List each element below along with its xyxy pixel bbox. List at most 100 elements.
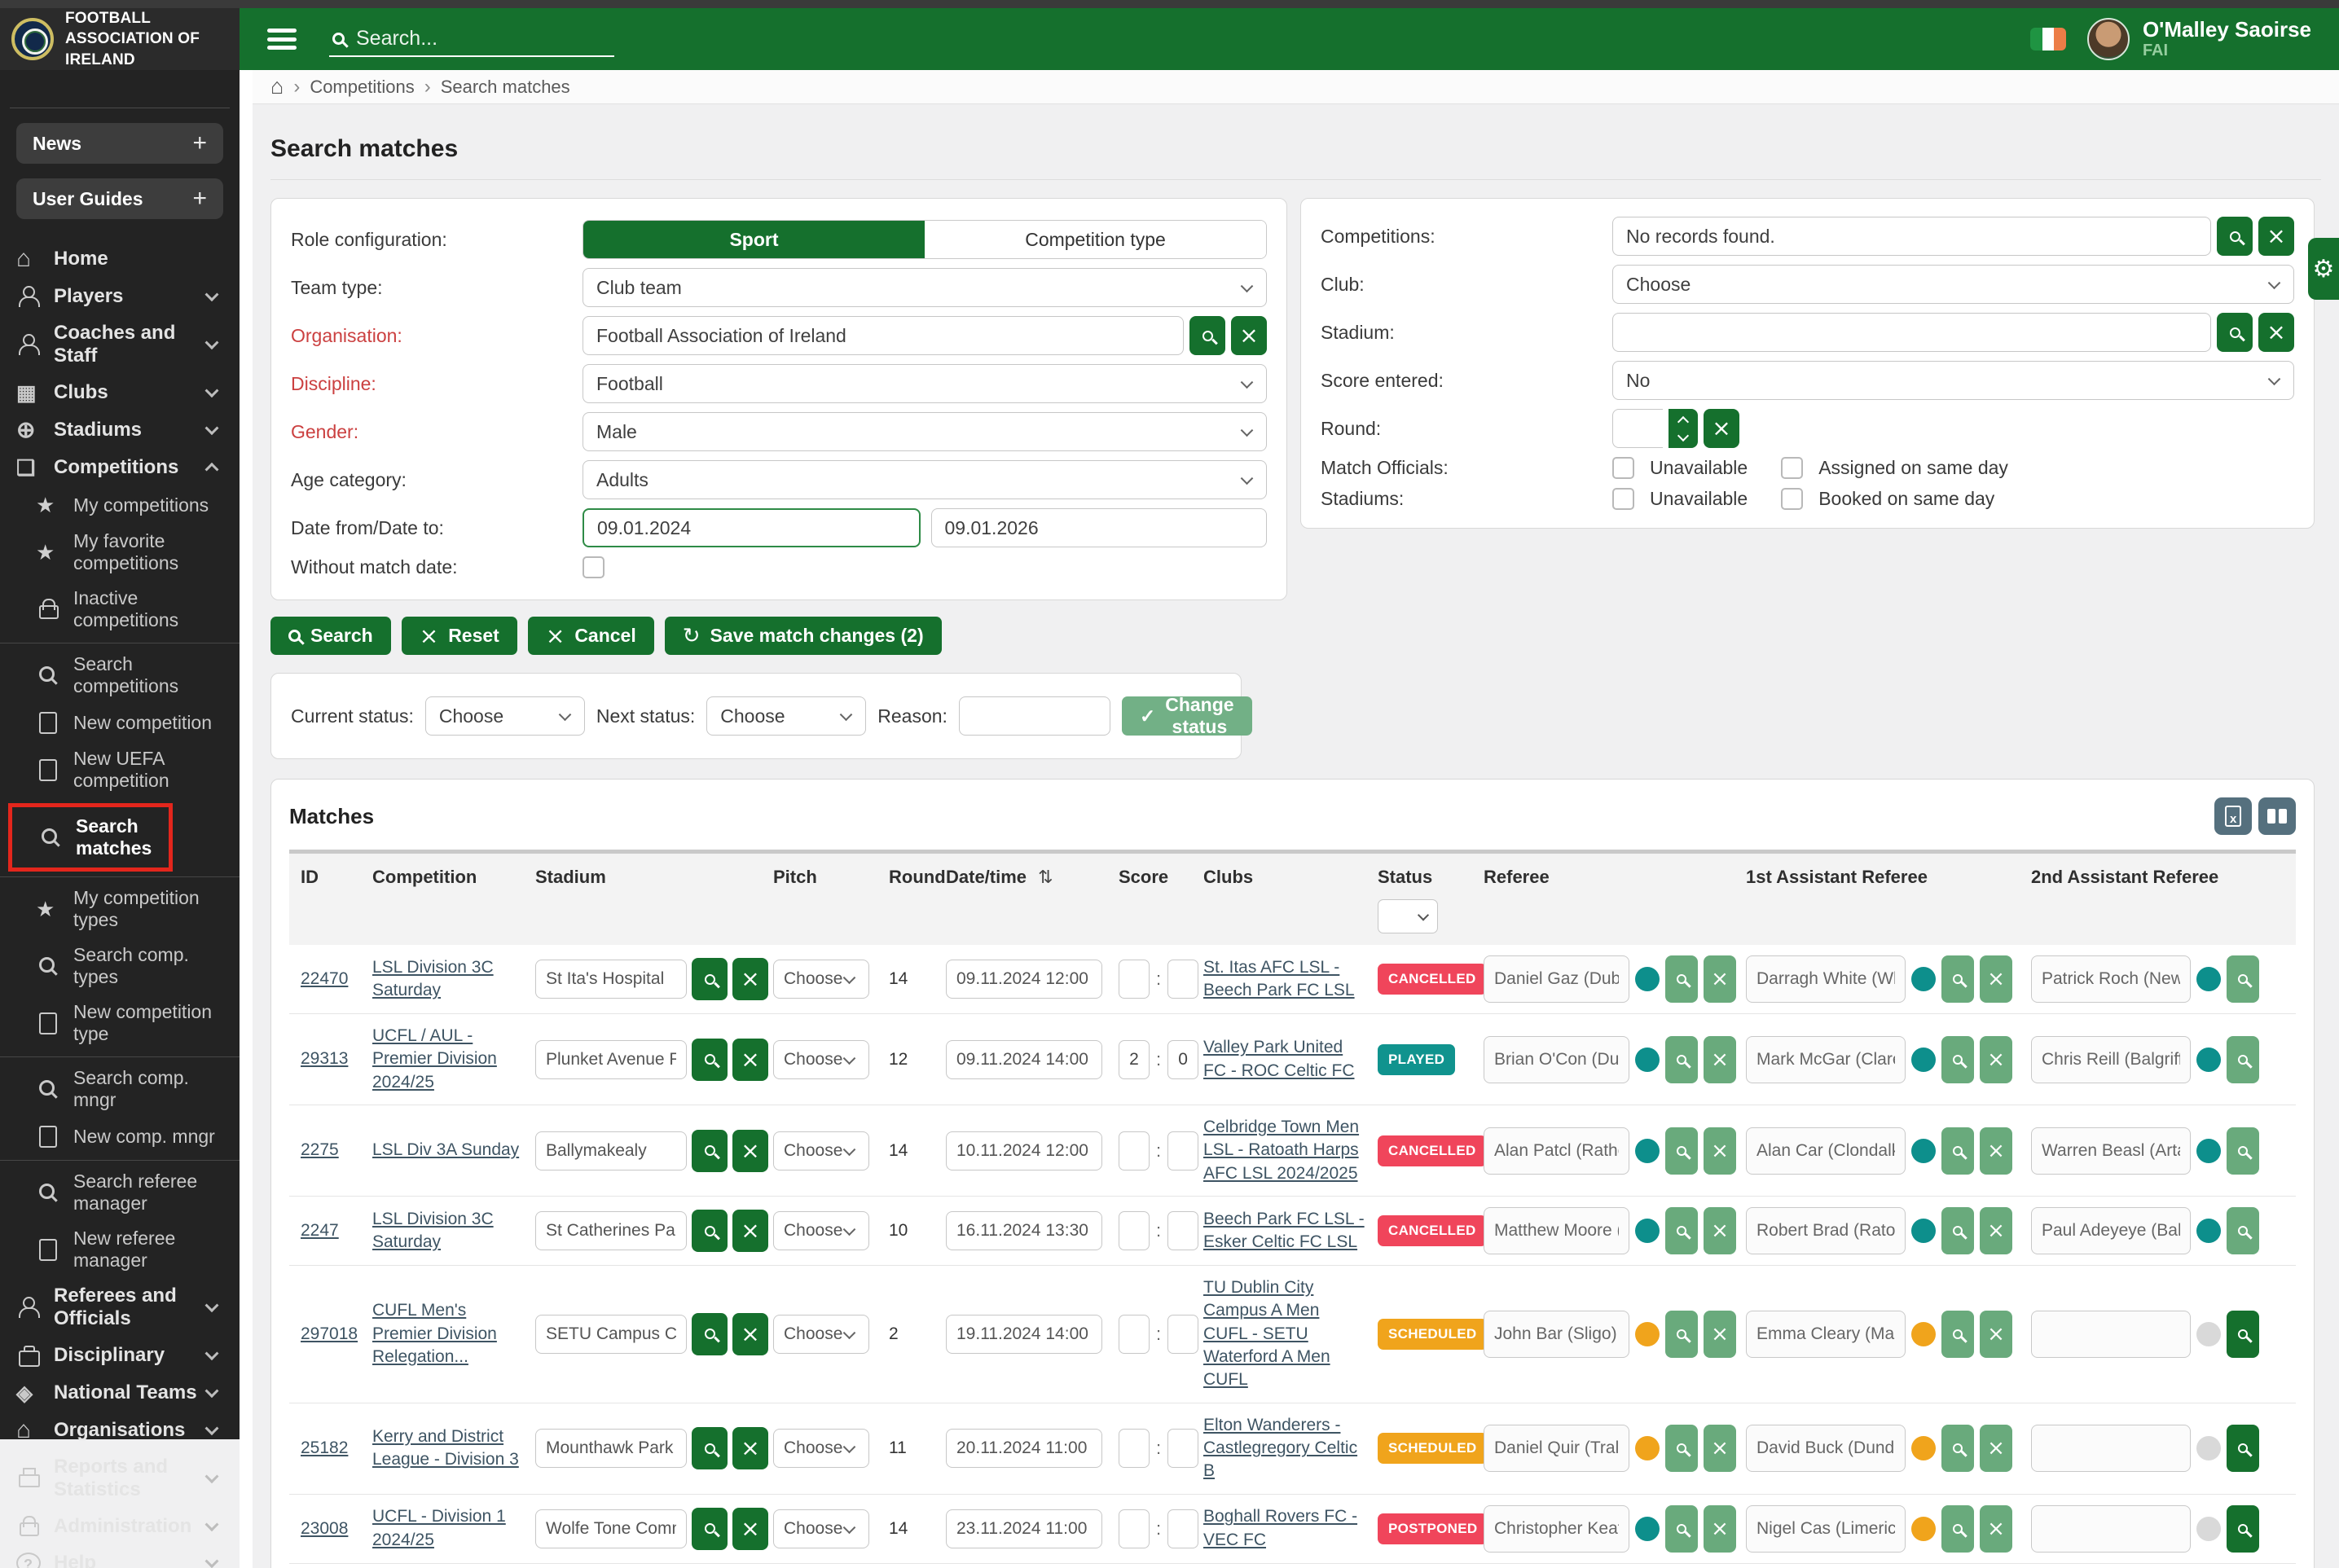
match-id-link[interactable]: 2247 bbox=[301, 1221, 339, 1240]
assistant1-clear-button[interactable]: × bbox=[1980, 1036, 2012, 1083]
score-home-input[interactable] bbox=[1119, 960, 1150, 999]
assistant2-input[interactable] bbox=[2031, 1505, 2191, 1553]
export-excel-button[interactable] bbox=[2214, 797, 2252, 835]
role-sport-option[interactable]: Sport bbox=[583, 221, 925, 258]
assistant2-input[interactable] bbox=[2031, 1311, 2191, 1358]
assistant1-input[interactable] bbox=[1746, 1127, 1906, 1175]
stadium-cell-clear-button[interactable]: × bbox=[732, 1130, 768, 1172]
sidebar-item[interactable]: Search referee manager bbox=[0, 1160, 240, 1221]
score-home-input[interactable] bbox=[1119, 1040, 1150, 1079]
column-2nd-assistant[interactable]: 2nd Assistant Referee bbox=[2031, 867, 2308, 888]
assistant2-input[interactable] bbox=[2031, 1207, 2191, 1254]
referee-clear-button[interactable]: × bbox=[1704, 1207, 1736, 1254]
pitch-select[interactable]: Choose bbox=[773, 1509, 869, 1548]
score-home-input[interactable] bbox=[1119, 1315, 1150, 1354]
assistant2-input[interactable] bbox=[2031, 1425, 2191, 1472]
stadiums-unavailable-checkbox[interactable] bbox=[1612, 488, 1634, 510]
assistant2-input[interactable] bbox=[2031, 1036, 2191, 1083]
datetime-input[interactable] bbox=[946, 1131, 1102, 1171]
stadium-cell-search-button[interactable] bbox=[692, 1313, 728, 1355]
clubs-link[interactable]: Celbridge Town Men LSL - Ratoath Harps A… bbox=[1203, 1118, 1359, 1183]
column-stadium[interactable]: Stadium bbox=[535, 867, 773, 888]
officials-unavailable-checkbox[interactable] bbox=[1612, 457, 1634, 479]
referee-input[interactable] bbox=[1484, 1036, 1629, 1083]
score-away-input[interactable] bbox=[1167, 1429, 1198, 1468]
assistant1-clear-button[interactable]: × bbox=[1980, 1505, 2012, 1553]
sidebar-item[interactable]: Clubs bbox=[0, 374, 240, 411]
settings-gear-button[interactable]: ⚙ bbox=[2308, 238, 2339, 300]
assistant1-input[interactable] bbox=[1746, 1425, 1906, 1472]
sidebar-item[interactable]: Search comp. types bbox=[0, 938, 240, 995]
organisation-clear-button[interactable]: × bbox=[1231, 316, 1267, 355]
assistant1-clear-button[interactable]: × bbox=[1980, 1207, 2012, 1254]
language-flag-ireland[interactable] bbox=[2030, 28, 2066, 51]
stadium-cell-input[interactable] bbox=[535, 1429, 687, 1468]
home-icon[interactable]: ⌂ bbox=[270, 76, 284, 98]
assistant1-clear-button[interactable]: × bbox=[1980, 1425, 2012, 1472]
referee-search-button[interactable] bbox=[1665, 1036, 1698, 1083]
stadium-clear-button[interactable]: × bbox=[2258, 313, 2294, 352]
stadium-cell-search-button[interactable] bbox=[692, 1039, 728, 1081]
role-competition-type-option[interactable]: Competition type bbox=[925, 221, 1266, 258]
score-away-input[interactable] bbox=[1167, 1315, 1198, 1354]
score-home-input[interactable] bbox=[1119, 1429, 1150, 1468]
breadcrumb-competitions[interactable]: Competitions bbox=[310, 77, 414, 98]
next-status-select[interactable]: Choose bbox=[706, 696, 866, 736]
column-competition[interactable]: Competition bbox=[372, 867, 535, 888]
pitch-select[interactable]: Choose bbox=[773, 1211, 869, 1250]
assistant2-search-button[interactable] bbox=[2227, 955, 2259, 1003]
gender-select[interactable]: Male bbox=[583, 412, 1267, 451]
datetime-input[interactable] bbox=[946, 1315, 1102, 1354]
sidebar-item[interactable]: Stadiums bbox=[0, 411, 240, 449]
referee-clear-button[interactable]: × bbox=[1704, 1505, 1736, 1553]
assistant1-input[interactable] bbox=[1746, 1207, 1906, 1254]
stadium-cell-input[interactable] bbox=[535, 1509, 687, 1548]
score-home-input[interactable] bbox=[1119, 1509, 1150, 1548]
datetime-input[interactable] bbox=[946, 960, 1102, 999]
assistant2-search-button[interactable] bbox=[2227, 1207, 2259, 1254]
sidebar-item[interactable]: Search comp. mngr bbox=[0, 1056, 240, 1118]
stadium-cell-input[interactable] bbox=[535, 1040, 687, 1079]
sidebar-item[interactable]: My favorite competitions bbox=[0, 524, 240, 581]
change-status-button[interactable]: ✓ Change status bbox=[1122, 696, 1252, 736]
round-input[interactable] bbox=[1612, 409, 1663, 448]
referee-search-button[interactable] bbox=[1665, 955, 1698, 1003]
clubs-link[interactable]: Boghall Rovers FC - VEC FC bbox=[1203, 1507, 1357, 1548]
stadium-cell-search-button[interactable] bbox=[692, 1508, 728, 1550]
global-search-input[interactable] bbox=[356, 27, 611, 51]
match-id-link[interactable]: 23008 bbox=[301, 1519, 348, 1538]
competitions-input[interactable] bbox=[1612, 217, 2211, 256]
assistant1-search-button[interactable] bbox=[1941, 1036, 1974, 1083]
score-away-input[interactable] bbox=[1167, 1040, 1198, 1079]
discipline-select[interactable]: Football bbox=[583, 364, 1267, 403]
referee-clear-button[interactable]: × bbox=[1704, 955, 1736, 1003]
stadium-cell-input[interactable] bbox=[535, 960, 687, 999]
referee-input[interactable] bbox=[1484, 1311, 1629, 1358]
team-type-select[interactable]: Club team bbox=[583, 268, 1267, 307]
referee-input[interactable] bbox=[1484, 1207, 1629, 1254]
referee-clear-button[interactable]: × bbox=[1704, 1425, 1736, 1472]
match-id-link[interactable]: 29313 bbox=[301, 1049, 348, 1068]
round-clear-button[interactable]: × bbox=[1704, 409, 1739, 448]
score-away-input[interactable] bbox=[1167, 1509, 1198, 1548]
assistant1-clear-button[interactable]: × bbox=[1980, 1311, 2012, 1358]
referee-search-button[interactable] bbox=[1665, 1505, 1698, 1553]
stadium-cell-input[interactable] bbox=[535, 1211, 687, 1250]
stadium-cell-search-button[interactable] bbox=[692, 1130, 728, 1172]
sidebar-item[interactable]: Reports and Statistics bbox=[0, 1449, 240, 1508]
sidebar-item[interactable]: Players bbox=[0, 278, 240, 315]
sidebar-user-guides-button[interactable]: User Guides + bbox=[16, 178, 223, 219]
stadium-cell-search-button[interactable] bbox=[692, 958, 728, 1000]
status-filter-select[interactable] bbox=[1378, 899, 1438, 933]
search-button[interactable]: Search bbox=[270, 617, 391, 655]
competition-link[interactable]: Kerry and District League - Division 3 bbox=[372, 1427, 519, 1469]
breadcrumb-search-matches[interactable]: Search matches bbox=[441, 77, 570, 98]
referee-clear-button[interactable]: × bbox=[1704, 1127, 1736, 1175]
competition-link[interactable]: LSL Division 3C Saturday bbox=[372, 1210, 494, 1251]
date-from-input[interactable] bbox=[583, 508, 921, 547]
sidebar-item[interactable]: Help bbox=[0, 1545, 240, 1568]
referee-input[interactable] bbox=[1484, 1505, 1629, 1553]
datetime-input[interactable] bbox=[946, 1040, 1102, 1079]
column-settings-button[interactable] bbox=[2258, 797, 2296, 835]
score-home-input[interactable] bbox=[1119, 1211, 1150, 1250]
